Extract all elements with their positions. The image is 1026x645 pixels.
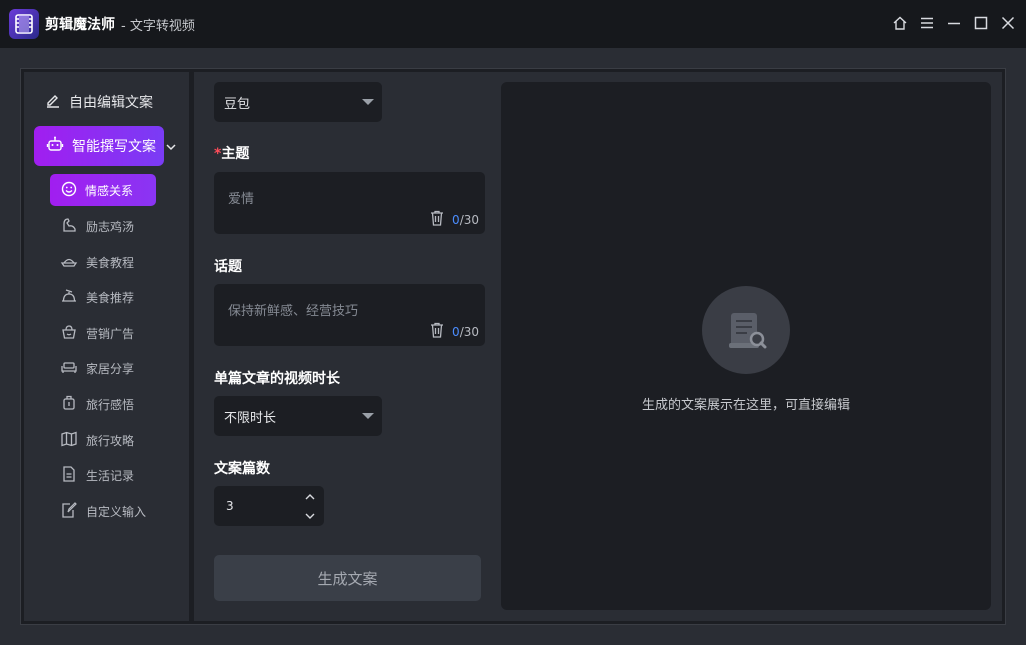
luggage-icon bbox=[60, 394, 78, 415]
smile-icon bbox=[61, 181, 77, 200]
sidebar-subitem-label: 情感关系 bbox=[85, 183, 134, 198]
app-title: 剪辑魔法师 bbox=[45, 17, 115, 33]
sidebar-subitem-label: 营销广告 bbox=[86, 326, 135, 341]
count-label: 文案篇数 bbox=[214, 461, 270, 477]
subject-label-text: 主题 bbox=[221, 146, 250, 162]
edit-pen-icon bbox=[44, 91, 62, 113]
subject-placeholder: 爱情 bbox=[228, 192, 255, 207]
home-icon[interactable] bbox=[890, 12, 910, 34]
sidebar-subitem-label: 自定义输入 bbox=[86, 504, 147, 519]
title-bar: 剪辑魔法师 - 文字转视频 bbox=[0, 0, 1026, 48]
sidebar-subitem-label: 美食教程 bbox=[86, 255, 135, 270]
topic-count: 0 bbox=[452, 325, 460, 339]
sidebar-item-free-edit[interactable]: 自由编辑文案 bbox=[44, 90, 153, 114]
trash-icon[interactable] bbox=[430, 322, 444, 342]
maximize-icon[interactable] bbox=[971, 12, 991, 34]
sidebar-subitem-travel-guide[interactable]: 旅行攻略 bbox=[60, 429, 134, 451]
duration-label: 单篇文章的视频时长 bbox=[214, 371, 340, 387]
subject-char-counter: 0/30 bbox=[452, 213, 479, 227]
close-icon[interactable] bbox=[998, 12, 1018, 34]
model-select-value: 豆包 bbox=[224, 96, 251, 112]
app-subtitle: - 文字转视频 bbox=[121, 18, 195, 34]
sofa-icon bbox=[60, 358, 78, 379]
chevron-down-icon[interactable] bbox=[304, 510, 316, 525]
document-icon bbox=[60, 465, 78, 486]
sidebar-subitem-food-tutorial[interactable]: 美食教程 bbox=[60, 251, 134, 273]
caret-down-icon bbox=[362, 413, 374, 419]
count-stepper[interactable]: 3 bbox=[214, 486, 324, 526]
document-search-icon bbox=[702, 286, 790, 374]
topic-label: 话题 bbox=[214, 259, 242, 275]
sidebar-subitem-label: 家居分享 bbox=[86, 361, 135, 376]
subject-count: 0 bbox=[452, 213, 460, 227]
sidebar-subitem-life-record[interactable]: 生活记录 bbox=[60, 464, 134, 486]
empty-state-text: 生成的文案展示在这里，可直接编辑 bbox=[641, 398, 850, 413]
app-logo-icon bbox=[9, 9, 39, 39]
sidebar-subitem-food-recommend[interactable]: 美食推荐 bbox=[60, 286, 134, 308]
sidebar-subitem-home[interactable]: 家居分享 bbox=[60, 357, 134, 379]
model-select[interactable]: 豆包 bbox=[214, 82, 382, 122]
shopping-basket-icon bbox=[60, 323, 78, 344]
flex-arm-icon bbox=[60, 216, 78, 237]
topic-char-counter: 0/30 bbox=[452, 325, 479, 339]
generate-button[interactable]: 生成文案 bbox=[214, 555, 481, 601]
robot-icon bbox=[46, 135, 64, 157]
sidebar-subitem-label: 旅行感悟 bbox=[86, 397, 135, 412]
sidebar-subitem-label: 旅行攻略 bbox=[86, 433, 135, 448]
topic-placeholder: 保持新鲜感、经营技巧 bbox=[228, 304, 359, 319]
count-value: 3 bbox=[226, 499, 234, 513]
map-icon bbox=[60, 430, 78, 451]
sidebar-subitem-label: 美食推荐 bbox=[86, 290, 135, 305]
sidebar-item-label: 智能撰写文案 bbox=[72, 139, 156, 155]
subject-label: *主题 bbox=[214, 143, 249, 163]
sidebar-subitem-label: 励志鸡汤 bbox=[86, 219, 135, 234]
minimize-icon[interactable] bbox=[944, 12, 964, 34]
sidebar-subitem-custom[interactable]: 自定义输入 bbox=[60, 500, 146, 522]
duration-select[interactable]: 不限时长 bbox=[214, 396, 382, 436]
sidebar-subitem-motivation[interactable]: 励志鸡汤 bbox=[60, 215, 134, 237]
topic-max: /30 bbox=[459, 325, 479, 339]
topic-input[interactable]: 保持新鲜感、经营技巧 0/30 bbox=[214, 284, 485, 346]
menu-icon[interactable] bbox=[917, 12, 937, 34]
duration-select-value: 不限时长 bbox=[224, 410, 277, 426]
sidebar-subitem-travel-feel[interactable]: 旅行感悟 bbox=[60, 393, 134, 415]
sidebar-subitem-emotion[interactable]: 情感关系 bbox=[50, 174, 156, 206]
caret-down-icon bbox=[362, 99, 374, 105]
food-dish-icon bbox=[60, 252, 78, 273]
chevron-up-icon[interactable] bbox=[304, 491, 316, 506]
trash-icon[interactable] bbox=[430, 210, 444, 230]
subject-max: /30 bbox=[459, 213, 479, 227]
cloche-icon bbox=[60, 287, 78, 308]
chevron-down-icon[interactable] bbox=[165, 138, 177, 157]
edit-document-icon bbox=[60, 501, 78, 522]
sidebar-item-label: 自由编辑文案 bbox=[69, 95, 153, 111]
subject-input[interactable]: 爱情 0/30 bbox=[214, 172, 485, 234]
sidebar-item-ai-write[interactable]: 智能撰写文案 bbox=[34, 126, 164, 166]
sidebar-subitem-label: 生活记录 bbox=[86, 468, 135, 483]
sidebar-subitem-marketing[interactable]: 营销广告 bbox=[60, 322, 134, 344]
